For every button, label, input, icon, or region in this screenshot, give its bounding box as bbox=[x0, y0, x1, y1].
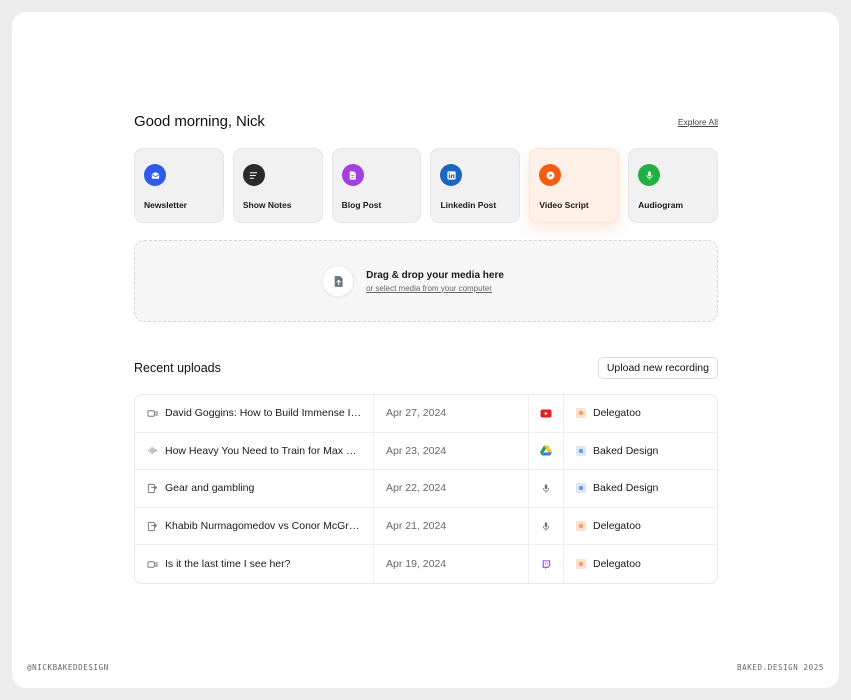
page-frame: Good morning, Nick Explore All Newslette… bbox=[12, 12, 839, 688]
footer-handle: @NICKBAKEDDESIGN bbox=[27, 663, 109, 672]
card-linkedin-post[interactable]: Linkedin Post bbox=[430, 148, 521, 223]
workspace-cell: Baked Design bbox=[564, 470, 658, 507]
workspace-name: Delegatoo bbox=[593, 558, 641, 571]
workspace-cell: Delegatoo bbox=[564, 395, 641, 432]
play-icon bbox=[539, 164, 562, 186]
card-show-notes[interactable]: Show Notes bbox=[232, 148, 323, 223]
title-cell: Is it the last time I see her? bbox=[135, 545, 374, 583]
date-cell: Apr 22, 2024 bbox=[374, 470, 529, 507]
title-cell: David Goggins: How to Build Immense Inne… bbox=[135, 395, 374, 432]
workspace-cell: Baked Design bbox=[564, 433, 658, 470]
date-cell: Apr 19, 2024 bbox=[374, 545, 529, 583]
waveform-icon bbox=[147, 447, 158, 455]
card-label: Linkedin Post bbox=[440, 200, 497, 210]
video-icon bbox=[147, 410, 158, 417]
envelope-icon bbox=[144, 164, 166, 186]
workspace-name: Baked Design bbox=[593, 444, 659, 457]
recording-title: Gear and gambling bbox=[165, 482, 255, 495]
youtube-icon bbox=[540, 409, 552, 418]
workspace-cell: Delegatoo bbox=[564, 508, 641, 545]
card-label: Show Notes bbox=[242, 200, 292, 210]
title-cell: Khabib Nurmagomedov vs Conor McGregor bbox=[135, 507, 374, 545]
workspace-badge bbox=[576, 408, 586, 419]
table-row[interactable]: Khabib Nurmagomedov vs Conor McGregor Ap… bbox=[135, 507, 717, 546]
explore-all-link[interactable]: Explore All bbox=[678, 117, 718, 127]
workspace-badge bbox=[576, 445, 586, 456]
podcast-icon bbox=[147, 483, 158, 494]
card-audiogram[interactable]: Audiogram bbox=[628, 148, 718, 223]
workspace-name: Baked Design bbox=[593, 482, 659, 495]
title-cell: Gear and gambling bbox=[135, 470, 374, 507]
source-cell bbox=[529, 432, 564, 470]
recording-title: Is it the last time I see her? bbox=[165, 558, 291, 571]
card-label: Audiogram bbox=[638, 200, 684, 210]
recording-title: How Heavy You Need to Train for Max Musc… bbox=[165, 444, 365, 457]
upload-new-recording-button[interactable]: Upload new recording bbox=[597, 357, 718, 379]
table-row[interactable]: How Heavy You Need to Train for Max Musc… bbox=[135, 432, 717, 471]
card-label: Blog Post bbox=[341, 200, 382, 210]
dropzone-title: Drag & drop your media here bbox=[366, 269, 504, 281]
date-cell: Apr 21, 2024 bbox=[374, 507, 529, 545]
workspace-name: Delegatoo bbox=[593, 520, 641, 533]
notes-icon bbox=[242, 164, 265, 186]
dropzone-text: Drag & drop your media here or select me… bbox=[366, 270, 504, 293]
recording-title: Khabib Nurmagomedov vs Conor McGregor bbox=[165, 520, 365, 533]
microphone-icon bbox=[638, 164, 661, 186]
microphone-icon bbox=[542, 484, 550, 494]
workspace-badge bbox=[576, 483, 586, 494]
footer-credit: BAKED.DESIGN 2025 bbox=[737, 663, 824, 672]
card-label: Video Script bbox=[539, 200, 589, 210]
podcast-icon bbox=[147, 521, 158, 531]
source-cell bbox=[529, 507, 564, 545]
page-title: Good morning, Nick bbox=[134, 113, 265, 130]
video-icon bbox=[147, 560, 158, 568]
workspace-badge bbox=[576, 521, 586, 532]
workspace-badge bbox=[576, 559, 586, 570]
table-row[interactable]: Gear and gambling Apr 22, 2024 Baked Des… bbox=[135, 470, 717, 508]
select-media-link[interactable]: or select media from your computer bbox=[366, 284, 504, 293]
microphone-icon bbox=[542, 521, 550, 531]
google-drive-icon bbox=[540, 445, 552, 456]
document-icon bbox=[341, 164, 364, 186]
recording-title: David Goggins: How to Build Immense Inne… bbox=[165, 407, 365, 420]
card-video-script[interactable]: Video Script bbox=[529, 148, 620, 223]
card-label: Newsletter bbox=[144, 200, 187, 210]
media-dropzone[interactable]: Drag & drop your media here or select me… bbox=[134, 240, 718, 322]
dropzone-content: Drag & drop your media here or select me… bbox=[322, 265, 504, 297]
recent-uploads-title: Recent uploads bbox=[134, 361, 221, 375]
file-upload-icon bbox=[322, 265, 355, 297]
workspace-name: Delegatoo bbox=[593, 407, 641, 420]
table-row[interactable]: David Goggins: How to Build Immense Inne… bbox=[135, 395, 717, 433]
date-cell: Apr 27, 2024 bbox=[374, 395, 529, 432]
date-cell: Apr 23, 2024 bbox=[374, 432, 529, 470]
workspace-cell: Delegatoo bbox=[564, 545, 641, 583]
table-row[interactable]: Is it the last time I see her? Apr 19, 2… bbox=[135, 545, 717, 583]
card-newsletter[interactable]: Newsletter bbox=[134, 148, 224, 223]
source-cell bbox=[529, 395, 564, 432]
recent-uploads-table: David Goggins: How to Build Immense Inne… bbox=[134, 394, 718, 584]
twitch-icon bbox=[542, 560, 551, 569]
source-cell bbox=[529, 545, 564, 583]
source-cell bbox=[529, 470, 564, 507]
linkedin-icon bbox=[440, 164, 463, 186]
page-header: Good morning, Nick Explore All bbox=[134, 113, 718, 130]
card-blog-post[interactable]: Blog Post bbox=[331, 148, 422, 223]
title-cell: How Heavy You Need to Train for Max Musc… bbox=[135, 432, 374, 470]
recent-uploads-header: Recent uploads Upload new recording bbox=[134, 357, 718, 379]
content-type-cards: Newsletter Show Notes Blog Post Linkedin… bbox=[134, 148, 718, 223]
